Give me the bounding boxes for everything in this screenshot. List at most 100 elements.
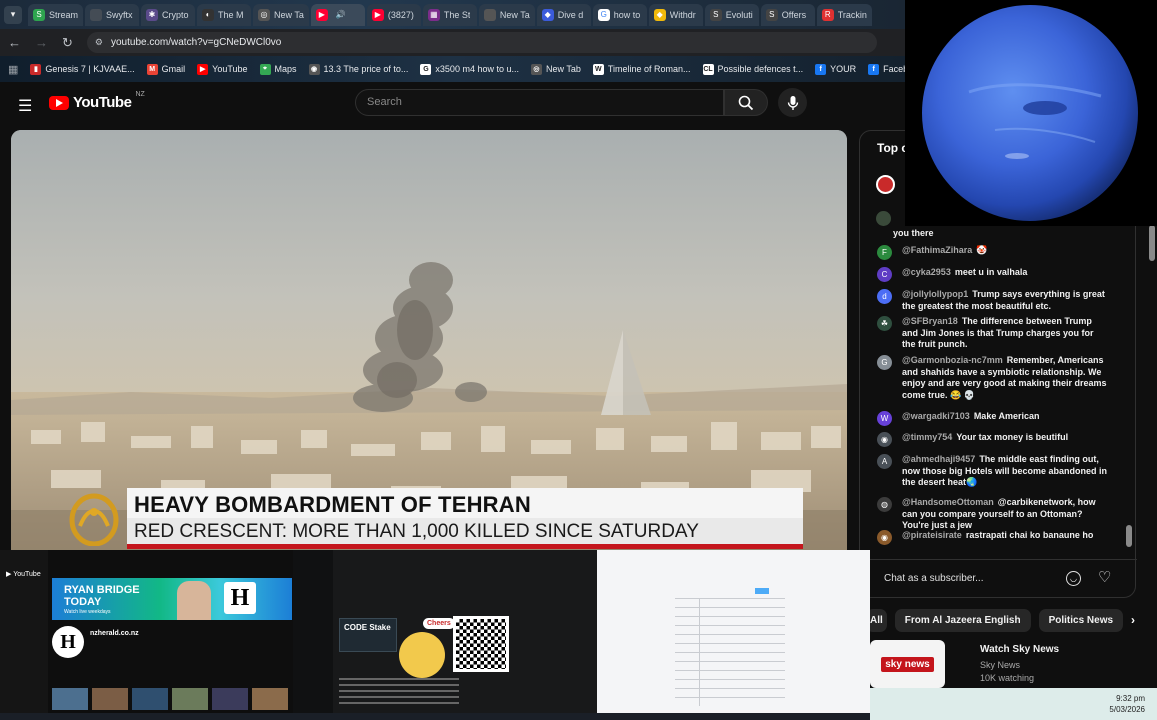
browser-tab[interactable]: New Ta [478, 3, 535, 26]
chat-message: C @cyka2953 meet u in valhala [877, 267, 1109, 282]
browser-tab[interactable]: ◐ The M [197, 3, 252, 26]
emoji-icon[interactable]: ◡ [1066, 571, 1081, 586]
browser-tab[interactable]: ▦ The St [422, 3, 477, 26]
site-info-icon[interactable]: ⚙ [95, 37, 103, 48]
chips-next-icon[interactable]: › [1131, 613, 1135, 627]
recommended-title[interactable]: Watch Sky News [980, 644, 1059, 655]
bookmark-item[interactable]: ◉ 13.3 The price of to... [308, 63, 408, 75]
chat-avatar[interactable]: ☘ [877, 316, 892, 331]
url-field[interactable]: ⚙ youtube.com/watch?v=gCNeDWCl0vo [86, 32, 877, 53]
browser-tab[interactable]: S Stream [28, 3, 84, 26]
chat-avatar[interactable]: A [877, 454, 892, 469]
bookmark-item[interactable]: ▮ Genesis 7 | KJVAAE... [30, 63, 135, 75]
bookmark-item[interactable]: ⌖ Maps [259, 63, 297, 75]
heart-icon[interactable]: ♡ [1098, 568, 1111, 586]
search-button[interactable] [724, 89, 768, 116]
video-player[interactable] [11, 130, 847, 550]
voice-search-button[interactable] [778, 88, 807, 117]
bookmark-item[interactable]: ▶ YouTube [197, 63, 248, 75]
chat-author[interactable]: @timmy754 [902, 432, 952, 442]
browser-tab[interactable]: ◆ Withdr [648, 3, 703, 26]
bookmark-item[interactable]: fFacebook green [868, 63, 905, 75]
tab-title: Dive d [557, 9, 584, 20]
bookmark-item[interactable]: M Gmail [146, 63, 185, 75]
reload-icon[interactable]: ↻ [62, 35, 73, 51]
tab-title: (3827) [387, 9, 414, 20]
recommended-channel[interactable]: Sky News [980, 660, 1020, 670]
browser-tab[interactable]: ▶ (3827) [366, 3, 421, 26]
bookmark-item[interactable]: Gx3500 m4 how to u... [420, 63, 519, 75]
bookmark-item[interactable]: CL Possible defences t... [702, 63, 803, 75]
browser-tab[interactable]: ◆ Dive d [536, 3, 591, 26]
chat-input-field[interactable]: Chat as a subscriber... [872, 565, 1066, 591]
search-input[interactable]: Search [355, 89, 724, 116]
chip-politics-news[interactable]: Politics News [1038, 608, 1124, 632]
tab-title: Crypto [162, 9, 189, 20]
clock-date[interactable]: 5/03/2026 [1109, 705, 1145, 714]
recommended-video[interactable]: sky news Watch Sky News Sky News 10K wat… [870, 640, 1157, 688]
bookmark-item[interactable]: f YOUR [815, 63, 856, 75]
chat-avatar[interactable]: ◍ [877, 497, 892, 512]
tab-audio-icon[interactable]: 🔊 [336, 10, 346, 19]
chat-avatar[interactable]: C [877, 267, 892, 282]
chat-author[interactable]: @pirateisirate [902, 530, 962, 540]
tab-title: The St [443, 9, 471, 20]
browser-tab[interactable]: S Offers [760, 3, 815, 26]
youtube-wordmark: YouTube [73, 94, 132, 111]
preview3-rows [675, 598, 785, 706]
chat-message-body: @SFBryan18 The difference between Trump a… [902, 316, 1109, 351]
chat-avatar[interactable]: ◉ [877, 432, 892, 447]
browser-tab[interactable]: ▶ 🔊 [310, 3, 365, 26]
nz-banner-sub: Watch live weekdays [64, 609, 111, 615]
apps-grid-icon[interactable]: ▦ [8, 63, 18, 76]
bookmark-favicon-icon: M [146, 63, 158, 75]
browser-tab[interactable]: ◎ New Ta [253, 3, 309, 26]
chat-avatar[interactable]: F [877, 245, 892, 260]
chat-author[interactable]: @Garmonbozia-nc7mm [902, 355, 1003, 365]
chat-author[interactable]: @SFBryan18 [902, 316, 958, 326]
preview3-col [699, 598, 700, 706]
forward-icon[interactable]: → [35, 35, 48, 50]
recommended-thumbnail[interactable]: sky news [870, 640, 945, 688]
chat-avatar[interactable]: G [877, 355, 892, 370]
news-subheadline: RED CRESCENT: MORE THAN 1,000 KILLED SIN… [127, 518, 803, 544]
chat-author[interactable]: @ahmedhaji9457 [902, 454, 975, 464]
related-filter-chips: All From Al Jazeera English Politics New… [866, 606, 1136, 634]
chat-scrollbar-bottom[interactable] [1126, 525, 1132, 547]
window-preview-stream[interactable]: CODE Stake Cheers [293, 550, 597, 713]
window-preview-spreadsheet[interactable] [597, 550, 870, 713]
chat-author[interactable]: @FathimaZihara [902, 245, 972, 255]
bookmark-item[interactable]: ◎ New Tab [530, 63, 581, 75]
chat-author[interactable]: @jollylollypop1 [902, 289, 968, 299]
browser-tab[interactable]: S Evoluti [704, 3, 759, 26]
tab-search-button[interactable]: ▾ [4, 5, 22, 24]
video-frame-city-smoke [11, 130, 847, 550]
bookmark-label: Facebook green [883, 64, 905, 74]
browser-tab[interactable]: Ghow to [592, 3, 647, 26]
youtube-logo[interactable]: YouTube NZ [49, 91, 145, 111]
bookmark-favicon-icon: ◉ [308, 63, 320, 75]
chat-message: ◉ @pirateisirate rastrapati chai ko banaun… [877, 530, 1109, 545]
chat-author[interactable]: @HandsomeOttoman [902, 497, 994, 507]
chat-avatar[interactable]: d [877, 289, 892, 304]
browser-tab[interactable]: R Trackin [816, 3, 872, 26]
menu-icon[interactable]: ☰ [18, 96, 32, 116]
back-icon[interactable]: ← [8, 35, 21, 50]
chat-partial-avatar [876, 211, 891, 226]
chip-from-al-jazeera-english[interactable]: From Al Jazeera English [894, 608, 1031, 632]
bookmark-favicon-icon: ◎ [530, 63, 542, 75]
browser-tab[interactable]: ✱ Crypto [141, 3, 196, 26]
chat-mode-title[interactable]: Top c [877, 141, 908, 155]
tab-favicon-icon: S [33, 8, 45, 21]
chat-message-body: @ahmedhaji9457 The middle east finding ou… [902, 454, 1109, 489]
clock-time[interactable]: 9:32 pm [1116, 694, 1145, 703]
bookmark-label: Genesis 7 | KJVAAE... [45, 64, 135, 74]
chat-scrollbar-top[interactable] [1149, 225, 1155, 261]
chat-avatar[interactable]: ◉ [877, 530, 892, 545]
bookmark-item[interactable]: W Timeline of Roman... [592, 63, 691, 75]
chat-author[interactable]: @cyka2953 [902, 267, 951, 277]
chat-author[interactable]: @wargadki7103 [902, 411, 970, 421]
browser-tab[interactable]: Swyftx [85, 3, 140, 26]
chat-avatar[interactable]: W [877, 411, 892, 426]
window-preview-nzherald[interactable]: ▶ YouTube RYAN BRIDGE TODAY Watch live w… [0, 550, 293, 713]
